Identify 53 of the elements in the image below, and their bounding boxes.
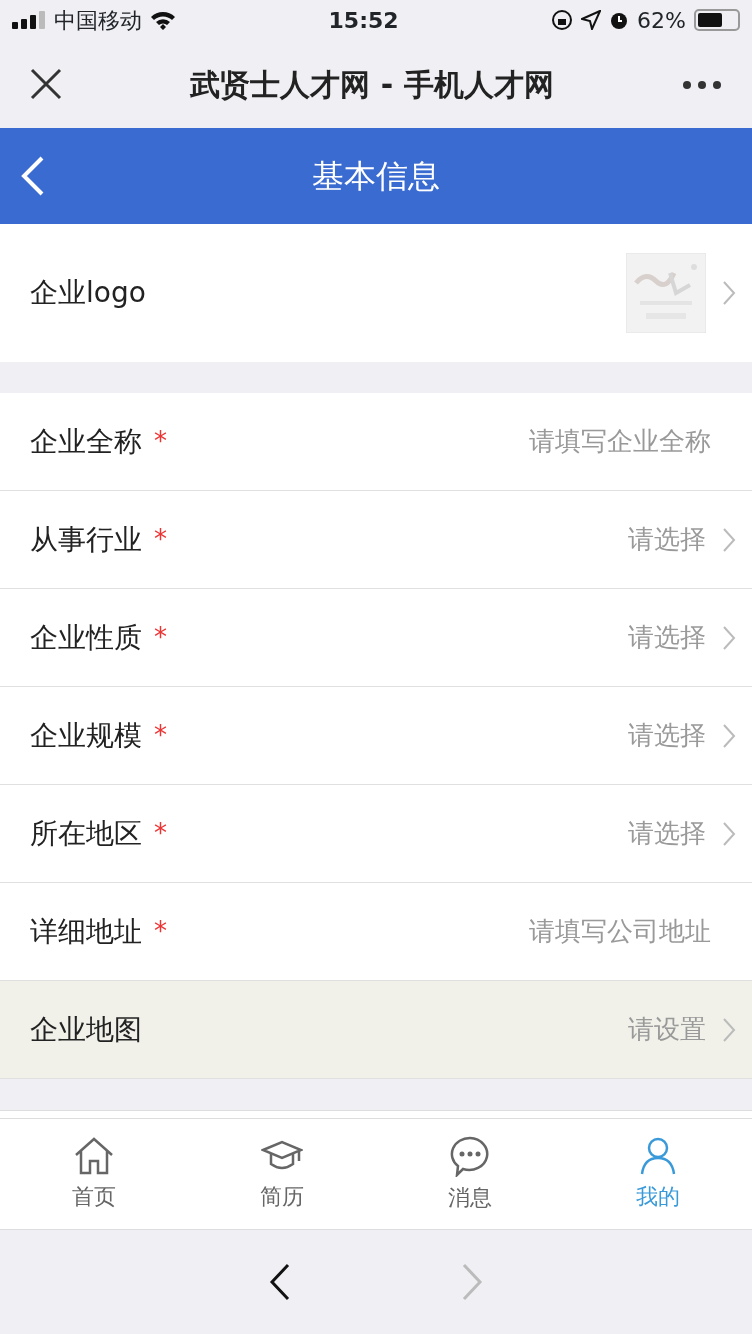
nav-tab[interactable]: 消息: [376, 1134, 564, 1214]
chevron-right-icon: [722, 722, 736, 749]
nav-tab[interactable]: 我的: [564, 1135, 752, 1213]
required-mark: *: [154, 621, 167, 654]
form-row[interactable]: 企业规模 * 请选择: [0, 687, 752, 785]
form-row[interactable]: 从事行业 * 请选择: [0, 491, 752, 589]
rotation-lock-icon: [551, 9, 574, 31]
field-label: 企业logo: [30, 275, 146, 311]
required-mark: *: [154, 523, 167, 556]
carrier-name: 中国移动: [54, 6, 142, 35]
chevron-right-icon: [722, 820, 736, 847]
back-button[interactable]: [269, 1263, 291, 1301]
nav-tab[interactable]: 简历: [188, 1135, 376, 1213]
header-title: 基本信息: [311, 156, 441, 197]
required-mark: *: [154, 817, 167, 850]
chevron-right-icon: [722, 526, 736, 553]
required-mark: *: [154, 425, 167, 458]
form-row[interactable]: 企业全称 * 请填写企业全称: [0, 393, 752, 491]
field-label: 从事行业: [30, 521, 142, 558]
chevron-right-icon: [722, 1016, 736, 1043]
status-time: 15:52: [328, 6, 399, 35]
chevron-icon: [461, 1263, 483, 1301]
chevron-icon: [269, 1263, 291, 1301]
alarm-icon: [609, 10, 630, 30]
home-icon: [73, 1135, 115, 1176]
location-icon: [581, 10, 602, 30]
text-input[interactable]: 请填写企业全称: [481, 422, 711, 461]
field-label: 企业性质: [30, 619, 142, 656]
required-mark: *: [154, 915, 167, 948]
form-row[interactable]: 详细地址 * 请填写公司地址: [0, 883, 752, 981]
battery-icon: [694, 9, 740, 31]
field-label: 企业地图: [30, 1011, 142, 1048]
nav-tab[interactable]: 首页: [0, 1135, 188, 1213]
field-label: 企业规模: [30, 717, 142, 754]
chat-bubble-icon: [449, 1134, 491, 1177]
field-label: 企业全称: [30, 423, 142, 460]
signal-icon: [12, 11, 46, 29]
chevron-right-icon: [722, 624, 736, 651]
required-mark: *: [154, 719, 167, 752]
form-row[interactable]: 企业地图 请设置: [0, 981, 752, 1079]
close-button[interactable]: [30, 68, 62, 100]
back-icon: [20, 156, 46, 196]
form-row[interactable]: 所在地区 * 请选择: [0, 785, 752, 883]
chevron-right-icon: [722, 280, 736, 306]
close-icon: [30, 68, 62, 100]
field-label: 详细地址: [30, 913, 142, 950]
page-title: 武贤士人才网 - 手机人才网: [190, 65, 554, 104]
text-input[interactable]: 请填写公司地址: [481, 912, 711, 951]
field-label: 所在地区: [30, 815, 142, 852]
wifi-icon: [150, 10, 176, 30]
form-row[interactable]: 企业性质 * 请选择: [0, 589, 752, 687]
battery-percent: 62%: [637, 6, 686, 35]
more-icon: [682, 79, 722, 90]
